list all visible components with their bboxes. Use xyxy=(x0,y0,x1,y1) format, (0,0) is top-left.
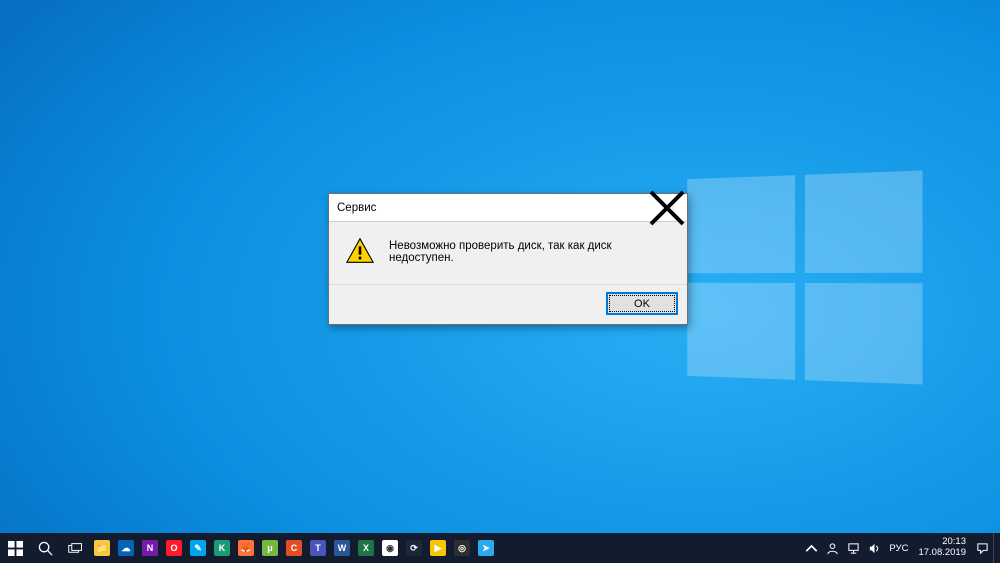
people-icon xyxy=(826,542,839,555)
taskbar-right: РУС 20:13 17.08.2019 xyxy=(801,533,1000,563)
utorrent-icon: μ xyxy=(262,540,278,556)
opera-icon: O xyxy=(166,540,182,556)
chrome-icon: ◉ xyxy=(382,540,398,556)
taskbar-app-excel[interactable]: X xyxy=(354,533,378,563)
onenote-icon: N xyxy=(142,540,158,556)
taskbar-left: 📁 ☁ NO ✎ K 🦊 μCTWX ◉ ⟳ ▶ ◎ ➤ xyxy=(0,533,498,563)
tray-people[interactable] xyxy=(822,533,843,563)
obs-icon: ◎ xyxy=(454,540,470,556)
taskbar-app-obs[interactable]: ◎ xyxy=(450,533,474,563)
show-desktop-button[interactable] xyxy=(993,533,998,563)
file-explorer-icon: 📁 xyxy=(94,540,110,556)
taskbar-app-potplayer[interactable]: ▶ xyxy=(426,533,450,563)
ccleaner-icon: C xyxy=(286,540,302,556)
search-button[interactable] xyxy=(30,533,60,563)
action-center-icon xyxy=(976,542,989,555)
task-view-button[interactable] xyxy=(60,533,90,563)
tray-network[interactable] xyxy=(843,533,864,563)
ok-button[interactable]: OK xyxy=(607,293,677,314)
start-button[interactable] xyxy=(0,533,30,563)
taskbar-app-opera[interactable]: O xyxy=(162,533,186,563)
taskbar-app-telegram[interactable]: ➤ xyxy=(474,533,498,563)
kaspersky-icon: K xyxy=(214,540,230,556)
taskbar-app-steam[interactable]: ⟳ xyxy=(402,533,426,563)
taskbar-app-kaspersky[interactable]: K xyxy=(210,533,234,563)
tray-date: 17.08.2019 xyxy=(918,548,966,559)
tray-language[interactable]: РУС xyxy=(885,533,912,563)
windows-start-icon xyxy=(8,541,23,556)
taskbar-app-file-explorer[interactable]: 📁 xyxy=(90,533,114,563)
word-icon: W xyxy=(334,540,350,556)
volume-icon xyxy=(868,542,881,555)
taskbar-app-onedrive[interactable]: ☁ xyxy=(114,533,138,563)
dialog-button-row: OK xyxy=(329,284,687,324)
tray-volume[interactable] xyxy=(864,533,885,563)
telegram-icon: ➤ xyxy=(478,540,494,556)
tray-chevron-up[interactable] xyxy=(801,533,822,563)
firefox-icon: 🦊 xyxy=(238,540,254,556)
taskbar-app-ccleaner[interactable]: C xyxy=(282,533,306,563)
taskbar-app-utorrent[interactable]: μ xyxy=(258,533,282,563)
desktop: Сервис Невозможно проверить диск, так ка… xyxy=(0,0,1000,563)
steam-icon: ⟳ xyxy=(406,540,422,556)
excel-icon: X xyxy=(358,540,374,556)
taskbar-app-word[interactable]: W xyxy=(330,533,354,563)
taskbar: 📁 ☁ NO ✎ K 🦊 μCTWX ◉ ⟳ ▶ ◎ ➤ РУС 20:13 17.08.2019 xyxy=(0,533,1000,563)
dialog-body: Невозможно проверить диск, так как диск … xyxy=(329,222,687,284)
chevron-up-icon xyxy=(805,542,818,555)
taskbar-app-chrome[interactable]: ◉ xyxy=(378,533,402,563)
close-icon xyxy=(647,188,687,228)
task-view-icon xyxy=(68,541,83,556)
error-dialog: Сервис Невозможно проверить диск, так ка… xyxy=(328,193,688,325)
taskbar-app-onenote[interactable]: N xyxy=(138,533,162,563)
taskbar-app-firefox[interactable]: 🦊 xyxy=(234,533,258,563)
potplayer-icon: ▶ xyxy=(430,540,446,556)
dialog-message: Невозможно проверить диск, так как диск … xyxy=(389,236,675,264)
onedrive-icon: ☁ xyxy=(118,540,134,556)
close-button[interactable] xyxy=(647,194,687,222)
dialog-title: Сервис xyxy=(329,202,376,214)
search-icon xyxy=(38,541,53,556)
paint3d-icon: ✎ xyxy=(190,540,206,556)
windows-logo xyxy=(687,171,922,385)
taskbar-app-paint3d[interactable]: ✎ xyxy=(186,533,210,563)
taskbar-app-teams[interactable]: T xyxy=(306,533,330,563)
tray-clock[interactable]: 20:13 17.08.2019 xyxy=(912,537,972,559)
warning-icon xyxy=(345,236,375,266)
teams-icon: T xyxy=(310,540,326,556)
tray-action-center[interactable] xyxy=(972,533,993,563)
network-icon xyxy=(847,542,860,555)
dialog-titlebar[interactable]: Сервис xyxy=(329,194,687,222)
